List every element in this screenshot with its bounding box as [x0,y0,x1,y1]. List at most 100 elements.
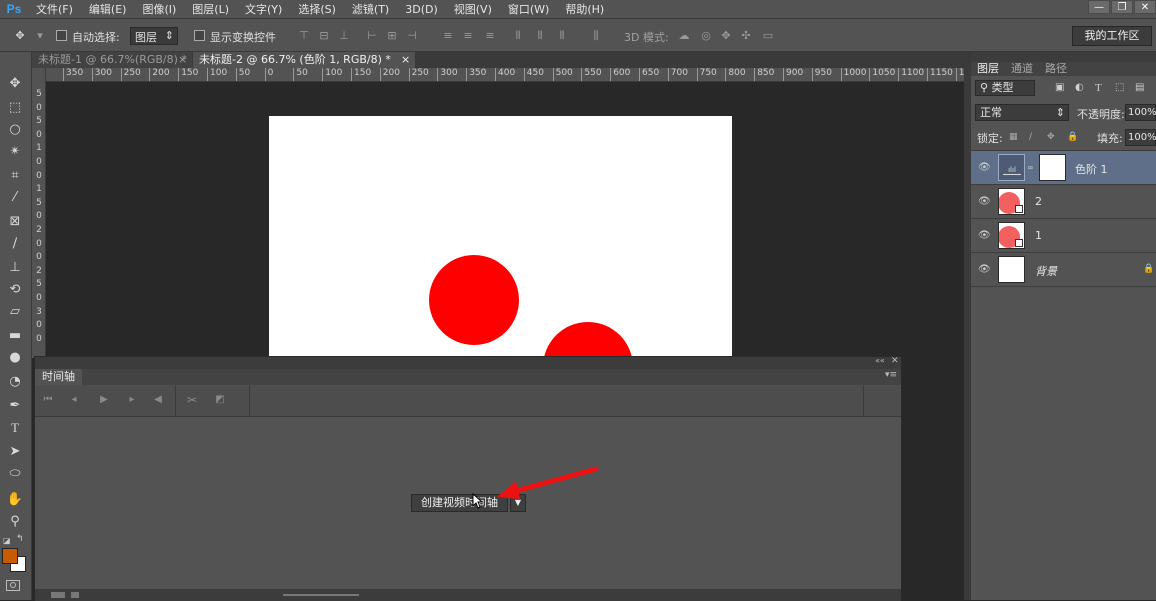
menu-select[interactable]: 选择(S) [290,1,344,17]
align-top-icon[interactable]: ⊤ [298,30,310,42]
fill-input[interactable]: 100% [1125,129,1156,146]
close-icon[interactable]: × [401,52,410,68]
magic-wand-tool-icon[interactable]: ✴ [4,142,26,162]
ellipse-tool-icon[interactable]: ⬭ [4,464,26,484]
tab-channels[interactable]: 通道 [1011,62,1033,76]
type-tool-icon[interactable]: T [4,418,26,438]
tab-document-1[interactable]: 未标题-1 @ 66.7%(RGB/8) * × [32,52,192,68]
zoom-tool-icon[interactable]: ⚲ [4,512,26,532]
menu-3d[interactable]: 3D(D) [397,3,446,16]
path-selection-tool-icon[interactable]: ➤ [4,442,26,462]
move-tool-icon[interactable]: ✥ [14,30,26,42]
layer-filter-dropdown[interactable]: ⚲ 类型 [975,80,1035,96]
layer-row-2[interactable]: 👁 2 [971,185,1156,219]
menu-file[interactable]: 文件(F) [28,1,81,17]
filter-adjustment-icon[interactable]: ◐ [1075,82,1084,93]
document-canvas[interactable] [269,116,732,356]
menu-filter[interactable]: 滤镜(T) [344,1,397,17]
distribute-bottom-icon[interactable]: ≡ [484,30,496,42]
foreground-color-swatch[interactable] [2,548,18,564]
3d-roll-icon[interactable]: ◎ [700,30,712,42]
move-tool-icon[interactable]: ✥ [4,74,26,94]
auto-select-dropdown[interactable]: 图层 ⇕ [130,27,178,45]
eraser-tool-icon[interactable]: ▱ [4,302,26,322]
align-left-icon[interactable]: ⊢ [366,30,378,42]
dodge-tool-icon[interactable]: ◔ [4,372,26,392]
layer-row-background[interactable]: 👁 背景 🔒 [971,253,1156,287]
layer-mask-thumbnail[interactable] [1039,154,1066,181]
render-icon[interactable] [71,592,79,598]
hand-tool-icon[interactable]: ✋ [4,490,26,510]
eye-icon[interactable]: 👁 [978,264,991,276]
distribute-vcenter-icon[interactable]: ≡ [462,30,474,42]
close-icon[interactable]: × [178,52,187,68]
zoom-slider[interactable] [283,594,359,596]
3d-orbit-icon[interactable]: ☁ [678,30,690,42]
filter-type-icon[interactable]: T [1095,82,1102,94]
blur-tool-icon[interactable]: ● [4,348,26,368]
3d-pan-icon[interactable]: ✥ [720,30,732,42]
distribute-top-icon[interactable]: ≡ [442,30,454,42]
menu-edit[interactable]: 编辑(E) [81,1,135,17]
layer-name[interactable]: 背景 [1035,263,1057,279]
minimize-button[interactable]: — [1088,0,1110,14]
lasso-tool-icon[interactable]: ○ [4,120,26,140]
layer-name[interactable]: 1 [1035,229,1042,242]
menu-window[interactable]: 窗口(W) [500,1,557,17]
distribute-right-icon[interactable]: ⦀ [556,30,568,42]
next-frame-icon[interactable]: ▸ [125,393,139,407]
menu-layer[interactable]: 图层(L) [184,1,237,17]
canvas-area[interactable] [46,82,970,358]
lock-transparency-icon[interactable]: ▦ [1009,132,1018,142]
default-colors-icon[interactable]: ◪ [3,536,11,545]
align-bottom-icon[interactable]: ⊥ [338,30,350,42]
close-window-button[interactable]: ✕ [1134,0,1156,14]
layer-name[interactable]: 色阶 1 [1075,161,1108,177]
quick-mask-icon[interactable] [6,580,20,591]
go-to-first-frame-icon[interactable]: ⏮ [41,393,55,407]
transition-icon[interactable]: ◩ [213,393,227,407]
audio-icon[interactable]: ◀ [151,393,165,407]
workspace-button[interactable]: 我的工作区 [1072,26,1152,46]
blend-mode-dropdown[interactable]: 正常 ⇕ [975,104,1069,121]
3d-slide-icon[interactable]: ✣ [740,30,752,42]
lock-pixels-icon[interactable]: ∕ [1029,132,1032,142]
eye-icon[interactable]: 👁 [978,230,991,242]
align-vcenter-icon[interactable]: ⊟ [318,30,330,42]
3d-scale-icon[interactable]: ▭ [762,30,774,42]
pen-tool-icon[interactable]: ✒ [4,396,26,416]
eye-icon[interactable]: 👁 [978,162,991,174]
auto-align-icon[interactable]: ⫼ [590,30,602,42]
auto-select-checkbox[interactable] [56,30,67,41]
healing-brush-tool-icon[interactable]: ⊠ [4,212,26,232]
play-icon[interactable]: ▶ [97,393,111,407]
distribute-left-icon[interactable]: ⦀ [512,30,524,42]
scissors-icon[interactable]: ✂ [185,393,199,407]
filter-shape-icon[interactable]: ⬚ [1115,82,1124,93]
tab-timeline[interactable]: 时间轴 [35,369,82,385]
menu-type[interactable]: 文字(Y) [237,1,290,17]
layer-row-1[interactable]: 👁 1 [971,219,1156,253]
tool-preset-dropdown-icon[interactable]: ▾ [34,30,46,42]
layer-row-levels[interactable]: 👁 ılıl ∞ 色阶 1 [971,151,1156,185]
show-transform-checkbox[interactable] [194,30,205,41]
menu-view[interactable]: 视图(V) [446,1,500,17]
menu-help[interactable]: 帮助(H) [557,1,612,17]
align-hcenter-icon[interactable]: ⊞ [386,30,398,42]
brush-tool-icon[interactable]: ∕ [4,234,26,254]
tab-layers[interactable]: 图层 [977,62,999,76]
layer-name[interactable]: 2 [1035,195,1042,208]
filter-smart-object-icon[interactable]: ▤ [1135,82,1144,93]
menu-image[interactable]: 图像(I) [134,1,184,17]
swap-colors-icon[interactable]: ↰ [16,534,24,544]
tab-document-2[interactable]: 未标题-2 @ 66.7% (色阶 1, RGB/8) * × [193,52,415,68]
collapse-panel-icon[interactable]: «« [875,356,885,365]
previous-frame-icon[interactable]: ◂ [67,393,81,407]
lock-position-icon[interactable]: ✥ [1047,132,1055,142]
align-right-icon[interactable]: ⊣ [406,30,418,42]
crop-tool-icon[interactable]: ⌗ [4,166,26,186]
distribute-hcenter-icon[interactable]: ⦀ [534,30,546,42]
panel-menu-icon[interactable]: ▾≡ [885,370,897,380]
history-brush-tool-icon[interactable]: ⟲ [4,280,26,300]
opacity-input[interactable]: 100% [1125,104,1156,121]
